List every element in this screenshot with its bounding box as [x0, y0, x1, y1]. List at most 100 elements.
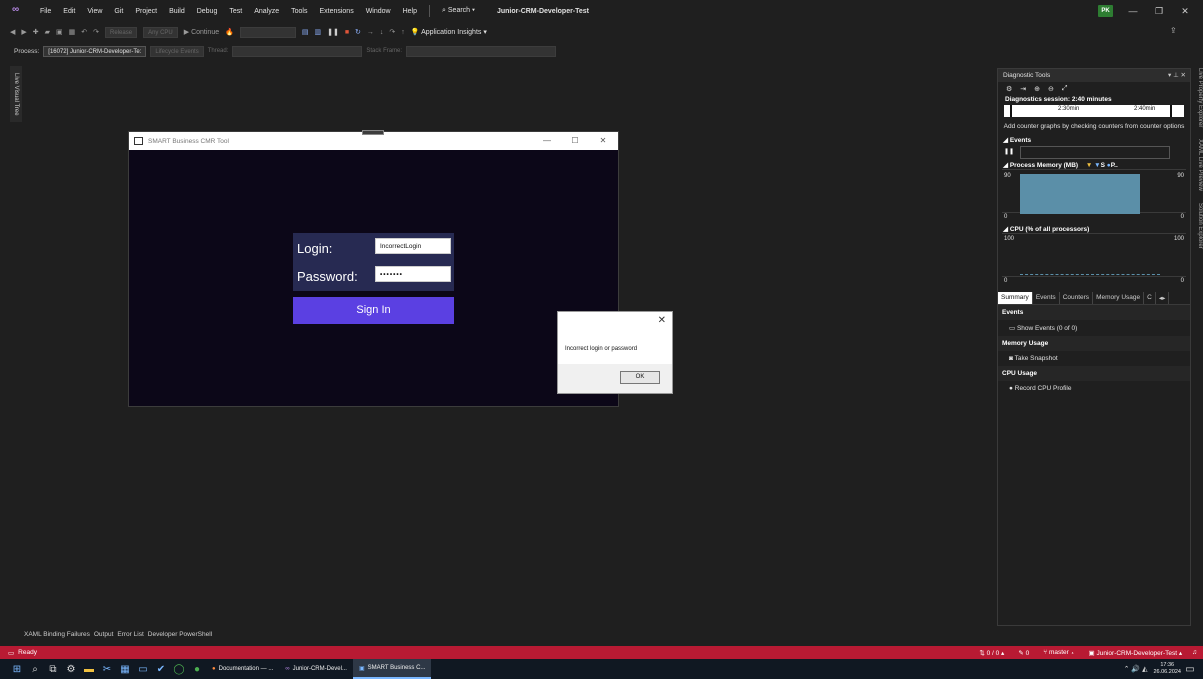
notification-center-icon[interactable]: ▭	[1181, 664, 1199, 675]
step-into-icon[interactable]: ↓	[380, 29, 384, 36]
app-minimize-icon[interactable]: —	[534, 132, 560, 150]
repo-selector[interactable]: ▣ Junior-CRM-Developer-Test ▴	[1089, 649, 1183, 657]
restart-icon[interactable]: ↻	[355, 28, 361, 36]
forward-icon[interactable]: ▶	[21, 28, 26, 36]
menu-file[interactable]: File	[34, 8, 57, 15]
tab-counters[interactable]: Counters	[1060, 292, 1094, 304]
changes-indicator[interactable]: ⇅ 0 / 0 ▴	[979, 649, 1004, 657]
menu-edit[interactable]: Edit	[57, 8, 81, 15]
search-button[interactable]: ⌕ Search ▾	[436, 7, 481, 15]
settings-icon[interactable]: ⚙	[1006, 85, 1012, 93]
todo-icon[interactable]: ✔	[152, 664, 170, 675]
diagnostics-icon[interactable]: ▤	[302, 28, 309, 36]
take-snapshot-link[interactable]: ◙ Take Snapshot	[998, 351, 1190, 366]
tab-error-list[interactable]: Error List	[117, 631, 143, 641]
tab-developer-powershell[interactable]: Developer PowerShell	[148, 631, 212, 641]
taskbar-app-smart-business[interactable]: ▣ SMART Business C...	[352, 659, 432, 679]
export-icon[interactable]: ⇥	[1020, 85, 1026, 93]
taskbar-app-visual-studio[interactable]: ∞ Junior-CRM-Devel...	[279, 659, 353, 679]
restore-icon[interactable]: ❐	[1150, 3, 1168, 19]
ok-button[interactable]: OK	[620, 371, 660, 384]
app-insights-button[interactable]: 💡 Application Insights ▾	[411, 28, 487, 36]
live-property-explorer-tab[interactable]: Live Property Explorer	[1193, 68, 1203, 127]
whatsapp-icon[interactable]: ◯	[170, 664, 188, 675]
timeline-ruler[interactable]: 2:30min 2:40min	[1004, 105, 1184, 117]
app-close-icon[interactable]: ✕	[590, 132, 616, 150]
memory-section-header[interactable]: ◢ Process Memory (MB) ▼ ▼S ●P..	[998, 161, 1190, 169]
minimize-icon[interactable]: —	[1124, 3, 1142, 19]
snip-icon[interactable]: ✂	[98, 664, 116, 675]
stop-icon[interactable]: ■	[345, 29, 349, 36]
lifecycle-events-select[interactable]: Lifecycle Events	[150, 45, 204, 57]
save-icon[interactable]: ▣	[56, 28, 63, 36]
show-events-link[interactable]: ▭ Show Events (0 of 0)	[998, 320, 1190, 336]
login-input[interactable]: IncorrectLogin	[375, 238, 451, 254]
tab-output[interactable]: Output	[94, 631, 114, 641]
menu-git[interactable]: Git	[108, 8, 129, 15]
dialog-close-icon[interactable]: ✕	[658, 315, 666, 326]
step-out-icon[interactable]: ↑	[401, 29, 405, 36]
tab-summary[interactable]: Summary	[998, 292, 1033, 304]
clock[interactable]: 17:36 26.06.2024	[1153, 662, 1181, 676]
platform-select[interactable]: Any CPU	[143, 26, 178, 38]
menu-tools[interactable]: Tools	[285, 8, 313, 15]
stack-frame-select[interactable]	[406, 45, 557, 57]
avatar[interactable]: PK	[1098, 5, 1113, 17]
continue-button[interactable]: ▶ Continue	[184, 28, 219, 36]
menu-project[interactable]: Project	[129, 8, 163, 15]
tab-xaml-binding-failures[interactable]: XAML Binding Failures	[24, 631, 90, 641]
undo-icon[interactable]: ↶	[81, 28, 87, 36]
menu-window[interactable]: Window	[360, 8, 397, 15]
xaml-live-preview-tab[interactable]: XAML Live Preview	[1193, 139, 1203, 191]
menu-help[interactable]: Help	[397, 8, 423, 15]
search-icon[interactable]: ⌕	[26, 664, 44, 675]
live-visual-tree-tab[interactable]: Live Visual Tree	[10, 66, 22, 122]
spotify-icon[interactable]: ●	[188, 664, 206, 675]
zoom-out-icon[interactable]: ⊖	[1048, 85, 1054, 93]
configuration-select[interactable]: Release	[105, 26, 138, 38]
notifications-icon[interactable]: ♫	[1192, 649, 1197, 656]
menu-debug[interactable]: Debug	[191, 8, 224, 15]
open-folder-icon[interactable]: ▰	[45, 28, 50, 36]
menu-build[interactable]: Build	[163, 8, 191, 15]
taskbar-app-firefox[interactable]: ● Documentation — ...	[206, 659, 279, 679]
new-item-icon[interactable]: ✚	[33, 28, 39, 36]
windows-start-icon[interactable]: ⊞	[8, 664, 26, 675]
menu-extensions[interactable]: Extensions	[313, 8, 359, 15]
close-icon[interactable]: ✕	[1176, 3, 1194, 19]
tab-memory-usage[interactable]: Memory Usage	[1093, 292, 1145, 304]
solution-explorer-tab[interactable]: Solution Explorer	[1193, 203, 1203, 249]
tab-scroll-icon[interactable]: ◂▸	[1156, 292, 1170, 304]
menu-analyze[interactable]: Analyze	[248, 8, 285, 15]
file-explorer-icon[interactable]: ▬	[80, 664, 98, 675]
in-app-toolbar-grip[interactable]	[362, 130, 384, 135]
tab-cpu[interactable]: C	[1144, 292, 1156, 304]
step-icon[interactable]: →	[367, 29, 374, 36]
back-icon[interactable]: ◀	[10, 28, 15, 36]
password-input[interactable]: •••••••	[375, 266, 451, 282]
calculator-icon[interactable]: ▦	[116, 664, 134, 675]
hot-reload-icon[interactable]: 🔥	[225, 28, 234, 36]
process-select[interactable]: [16072] Junior-CRM-Developer-Te:	[43, 45, 147, 57]
reset-zoom-icon[interactable]: ⤢	[1062, 85, 1068, 93]
task-view-icon[interactable]: ⧉	[44, 664, 62, 675]
settings-icon[interactable]: ⚙	[62, 664, 80, 675]
sign-in-button[interactable]: Sign In	[293, 297, 454, 324]
events-section-header[interactable]: ◢ Events	[998, 136, 1190, 144]
pending-edits[interactable]: ✎ 0	[1018, 649, 1029, 657]
pause-icon[interactable]: ❚❚	[327, 28, 339, 36]
target-select[interactable]	[239, 26, 296, 38]
cpu-section-header[interactable]: ◢ CPU (% of all processors)	[998, 225, 1190, 233]
record-cpu-link[interactable]: ● Record CPU Profile	[998, 381, 1190, 396]
menu-view[interactable]: View	[81, 8, 108, 15]
tab-events[interactable]: Events	[1033, 292, 1060, 304]
redo-icon[interactable]: ↷	[93, 28, 99, 36]
pin-icon[interactable]: ▾ ⊥ ✕	[1168, 69, 1190, 82]
windows-icon[interactable]: ▥	[314, 28, 321, 36]
save-all-icon[interactable]: ▦	[69, 28, 76, 36]
zoom-in-icon[interactable]: ⊕	[1034, 85, 1040, 93]
step-over-icon[interactable]: ↷	[389, 28, 395, 36]
thread-select[interactable]	[232, 45, 363, 57]
store-icon[interactable]: ▭	[134, 664, 152, 675]
share-icon[interactable]: ⇪	[1170, 26, 1177, 35]
